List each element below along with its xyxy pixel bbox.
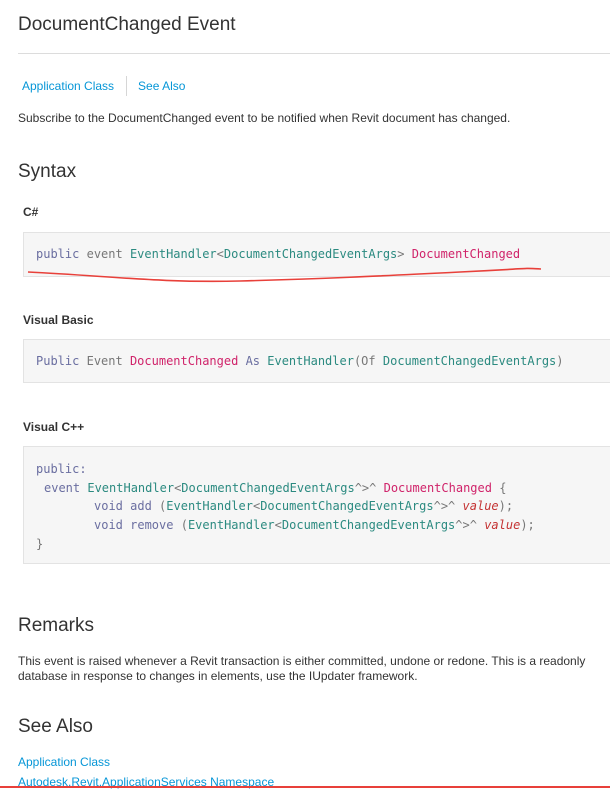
- code-keyword: public:: [36, 462, 87, 476]
- code-punct: {: [499, 481, 507, 495]
- code-keyword: void add: [94, 499, 152, 513]
- cpp-code-block: public: event EventHandler<DocumentChang…: [23, 446, 610, 564]
- code-param: value: [484, 518, 521, 532]
- breadcrumb-separator: [126, 76, 128, 96]
- code-punct: (Of: [353, 354, 376, 368]
- code-punct: );: [498, 499, 514, 513]
- code-keyword: public: [36, 247, 80, 261]
- code-param: value: [462, 499, 499, 513]
- code-type[interactable]: EventHandler: [267, 354, 354, 368]
- code-keyword: Event: [86, 354, 123, 368]
- cpp-code-line: }: [36, 537, 43, 551]
- code-member: DocumentChanged: [129, 354, 239, 368]
- see-also-heading: See Also: [18, 716, 93, 737]
- code-punct: <: [216, 247, 224, 261]
- cpp-label: Visual C++: [23, 420, 85, 434]
- syntax-heading: Syntax: [18, 161, 77, 182]
- cpp-code-line: event EventHandler<DocumentChangedEventA…: [44, 481, 506, 495]
- code-type[interactable]: DocumentChangedEventArgs: [181, 481, 354, 495]
- code-keyword: event: [44, 481, 81, 495]
- title-divider: [18, 53, 610, 54]
- code-punct: ^>^: [354, 481, 377, 495]
- code-punct: );: [520, 518, 535, 532]
- code-punct: (: [180, 518, 188, 532]
- code-type[interactable]: EventHandler: [166, 499, 253, 513]
- code-type[interactable]: EventHandler: [188, 518, 275, 532]
- code-type[interactable]: DocumentChangedEventArgs: [260, 499, 433, 513]
- application-class-link[interactable]: Application Class: [22, 79, 114, 93]
- code-punct: ): [556, 354, 564, 368]
- code-keyword: void remove: [94, 518, 174, 532]
- page-title: DocumentChanged Event: [18, 14, 236, 35]
- code-punct: ^>^: [455, 518, 477, 532]
- code-punct: <: [274, 518, 282, 532]
- cpp-code-line: void add (EventHandler<DocumentChangedEv…: [94, 499, 513, 513]
- code-keyword: Public: [36, 354, 80, 368]
- see-also-link[interactable]: See Also: [138, 79, 185, 93]
- code-type[interactable]: DocumentChangedEventArgs: [383, 354, 556, 368]
- vb-code-line: Public Event DocumentChanged As EventHan…: [36, 354, 564, 368]
- csharp-code-line: public event EventHandler<DocumentChange…: [36, 247, 520, 261]
- breadcrumb: Application Class See Also: [22, 76, 185, 96]
- code-member: DocumentChanged: [383, 481, 492, 495]
- remarks-text: This event is raised whenever a Revit tr…: [18, 654, 585, 684]
- remarks-line: database in response to changes in eleme…: [18, 669, 418, 683]
- code-type[interactable]: DocumentChangedEventArgs: [282, 518, 455, 532]
- vb-code-block: Public Event DocumentChanged As EventHan…: [23, 339, 610, 383]
- code-member: DocumentChanged: [411, 247, 521, 261]
- remarks-line: This event is raised whenever a Revit tr…: [18, 654, 586, 668]
- code-keyword: As: [245, 354, 261, 368]
- code-type[interactable]: DocumentChangedEventArgs: [224, 247, 397, 261]
- red-annotation-line: [0, 786, 610, 788]
- cpp-code-line: void remove (EventHandler<DocumentChange…: [94, 518, 535, 532]
- code-punct: ^>^: [433, 499, 456, 513]
- summary-text: Subscribe to the DocumentChanged event t…: [18, 111, 511, 125]
- see-also-application-class-link[interactable]: Application Class: [18, 755, 110, 769]
- code-keyword: event: [86, 247, 123, 261]
- code-type[interactable]: EventHandler: [130, 247, 217, 261]
- vb-label: Visual Basic: [23, 313, 94, 327]
- csharp-label: C#: [23, 205, 39, 219]
- csharp-code-block: public event EventHandler<DocumentChange…: [23, 232, 610, 277]
- code-punct: >: [397, 247, 405, 261]
- code-type[interactable]: EventHandler: [87, 481, 174, 495]
- cpp-code-line: public:: [36, 462, 87, 476]
- code-punct: }: [36, 537, 44, 551]
- remarks-heading: Remarks: [18, 615, 95, 636]
